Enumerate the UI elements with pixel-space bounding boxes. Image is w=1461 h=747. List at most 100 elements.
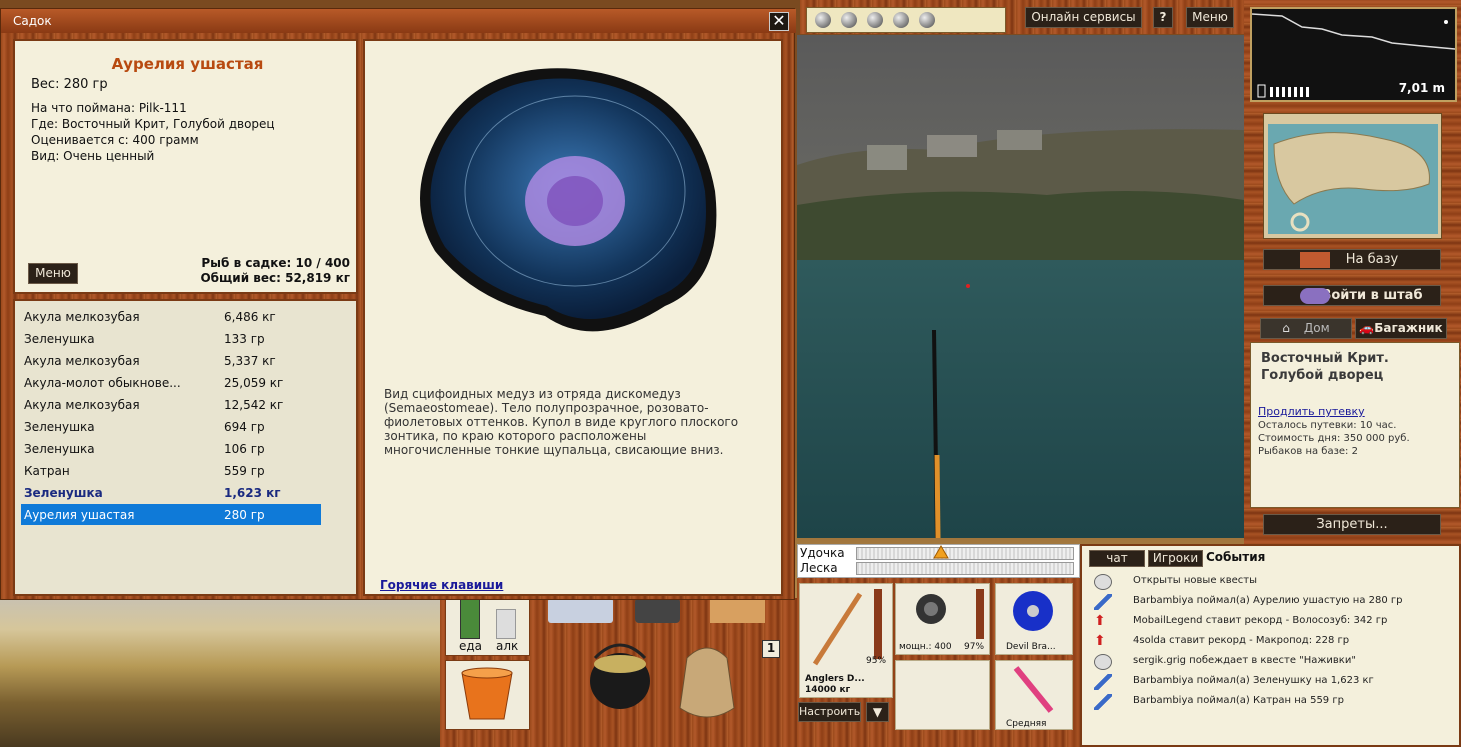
- reel-power: мощн.: 400: [899, 642, 952, 652]
- reel-durability-bar: [976, 589, 984, 639]
- bucket-slot[interactable]: [445, 660, 530, 730]
- list-item[interactable]: Зеленушка 694 гр: [21, 416, 321, 437]
- rod-durability-bar: [874, 589, 882, 659]
- setup-button[interactable]: Настроить: [798, 702, 861, 722]
- food-label: еда: [459, 639, 483, 653]
- to-base-button[interactable]: На базу: [1263, 249, 1441, 270]
- tab-home[interactable]: ⌂ Дом: [1260, 318, 1352, 339]
- rod-tension-bar: [856, 547, 1074, 560]
- sinker-icon[interactable]: [893, 12, 909, 28]
- house-icon: [1300, 252, 1330, 268]
- dropdown-button[interactable]: ▼: [866, 702, 889, 722]
- record-arrow-icon: ⬆: [1094, 633, 1106, 649]
- sinker-icon[interactable]: [841, 12, 857, 28]
- events-panel: чат Игроки События Открыты новые квесты …: [1080, 544, 1461, 747]
- fishing-scene[interactable]: [797, 35, 1244, 538]
- alcohol-label: алк: [496, 639, 519, 653]
- day-cost: Стоимость дня: 350 000 руб.: [1258, 433, 1410, 444]
- fish-description: Вид сцифоидных медуз из отряда дискомеду…: [384, 387, 739, 457]
- list-item[interactable]: Зеленушка 133 гр: [21, 328, 321, 349]
- list-item[interactable]: Катран 559 гр: [21, 460, 321, 481]
- total-weight: Общий вес: 52,819 кг: [200, 271, 350, 285]
- sinker-icon[interactable]: [919, 12, 935, 28]
- lure-icon: [1013, 666, 1054, 713]
- fish-kind: Вид: Очень ценный: [31, 149, 155, 163]
- lure-slot[interactable]: Средняя: [995, 660, 1073, 730]
- to-base-label: На базу: [1345, 252, 1399, 267]
- help-button[interactable]: ?: [1153, 7, 1173, 28]
- fish-name: Аурелия ушастая: [111, 55, 264, 73]
- lure-size: Средняя: [1006, 719, 1047, 729]
- fish-weight: Вес: 280 гр: [31, 77, 108, 92]
- tab-trunk[interactable]: 🚗Багажник: [1355, 318, 1447, 339]
- tab-players[interactable]: Игроки: [1148, 550, 1203, 567]
- empty-slot[interactable]: [895, 660, 990, 730]
- rod-icon: [812, 592, 863, 666]
- fish-icon: [1094, 694, 1112, 710]
- rod-slot[interactable]: 95% Anglers D... 14000 кг: [799, 583, 893, 698]
- close-button[interactable]: ✕: [769, 12, 789, 31]
- bag-icon[interactable]: [635, 598, 680, 623]
- clock-icon: [1094, 574, 1112, 590]
- reel-slot[interactable]: мощн.: 400 97%: [895, 583, 990, 655]
- rod-line-status: Удочка Леска: [797, 544, 1080, 578]
- depth-sonar: 7,01 m: [1250, 7, 1457, 102]
- online-services-button[interactable]: Онлайн сервисы: [1025, 7, 1142, 28]
- tab-events[interactable]: События: [1206, 550, 1265, 567]
- location-name: Восточный Крит. Голубой дворец: [1261, 350, 1389, 384]
- enter-hq-button[interactable]: Войти в штаб: [1263, 285, 1441, 306]
- car-icon: 🚗: [1359, 321, 1375, 335]
- list-item[interactable]: Зеленушка 106 гр: [21, 438, 321, 459]
- location-panel: Восточный Крит. Голубой дворец Продлить …: [1250, 342, 1460, 508]
- tab-chat[interactable]: чат: [1089, 550, 1145, 567]
- sinker-icon[interactable]: [867, 12, 883, 28]
- menu-button[interactable]: Меню: [28, 263, 78, 284]
- permit-time-left: Осталось путевки: 10 час.: [1258, 420, 1397, 431]
- location-map[interactable]: [1263, 113, 1442, 239]
- list-item[interactable]: Акула мелкозубая 12,542 кг: [21, 394, 321, 415]
- list-item[interactable]: Акула мелкозубая 6,486 кг: [21, 306, 321, 327]
- rod-percent: 95%: [866, 656, 887, 666]
- book-icon[interactable]: [710, 598, 765, 623]
- status-bars: еда алк: [445, 598, 530, 656]
- tab-trunk-label: Багажник: [1374, 321, 1443, 335]
- home-icon: ⌂: [1282, 321, 1290, 335]
- event-row: Barbambiya поймал(а) Зеленушку на 1,623 …: [1088, 672, 1448, 692]
- event-row: Barbambiya поймал(а) Катран на 559 гр: [1088, 692, 1448, 712]
- line-tension-bar: [856, 562, 1074, 575]
- sinker-icon[interactable]: [815, 12, 831, 28]
- landscape-background: [0, 600, 440, 747]
- catch-list: Акула мелкозубая 6,486 кг Зеленушка 133 гр…: [13, 299, 358, 596]
- tackle-box-icon[interactable]: [548, 598, 613, 623]
- list-item[interactable]: Зеленушка 1,623 кг: [21, 482, 321, 503]
- fish-count: Рыб в садке: 10 / 400: [201, 256, 350, 270]
- line-spool-icon: [1013, 591, 1053, 631]
- location-base: Голубой дворец: [1261, 368, 1384, 383]
- anglers-count: Рыбаков на базе: 2: [1258, 446, 1358, 457]
- fish-icon: [1094, 674, 1112, 690]
- hotkeys-link[interactable]: Горячие клавиши: [380, 578, 503, 592]
- bait-slots: [806, 7, 1006, 33]
- slot-number-badge: 1: [762, 640, 780, 658]
- map-image: [1268, 124, 1438, 234]
- bans-button[interactable]: Запреты...: [1263, 514, 1441, 535]
- reel-percent: 97%: [964, 642, 985, 652]
- event-row: sergik.grig побеждает в квесте "Наживки": [1088, 652, 1448, 672]
- main-menu-button[interactable]: Меню: [1186, 7, 1234, 28]
- location-region: Восточный Крит.: [1261, 351, 1389, 366]
- reel-icon: [916, 594, 946, 624]
- sack-icon[interactable]: [672, 638, 742, 728]
- list-item[interactable]: Акула мелкозубая 5,337 кг: [21, 350, 321, 371]
- event-row: Открыты новые квесты: [1088, 572, 1448, 592]
- line-slot[interactable]: Devil Bra...: [995, 583, 1073, 655]
- people-icon: [1300, 288, 1330, 304]
- rod-label: Удочка: [800, 546, 845, 560]
- list-item-selected[interactable]: Аурелия ушастая 280 гр: [21, 504, 321, 525]
- pot-icon[interactable]: [585, 636, 655, 716]
- tab-home-label: Дом: [1303, 321, 1330, 335]
- event-row: ⬆ 4solda ставит рекорд - Макропод: 228 гр: [1094, 633, 1350, 649]
- extend-permit-link[interactable]: Продлить путевку: [1258, 405, 1365, 418]
- list-item[interactable]: Акула-молот обыкнове... 25,059 кг: [21, 372, 321, 393]
- record-arrow-icon: ⬆: [1094, 613, 1106, 629]
- caught-on: На что поймана: Pilk-111: [31, 101, 187, 115]
